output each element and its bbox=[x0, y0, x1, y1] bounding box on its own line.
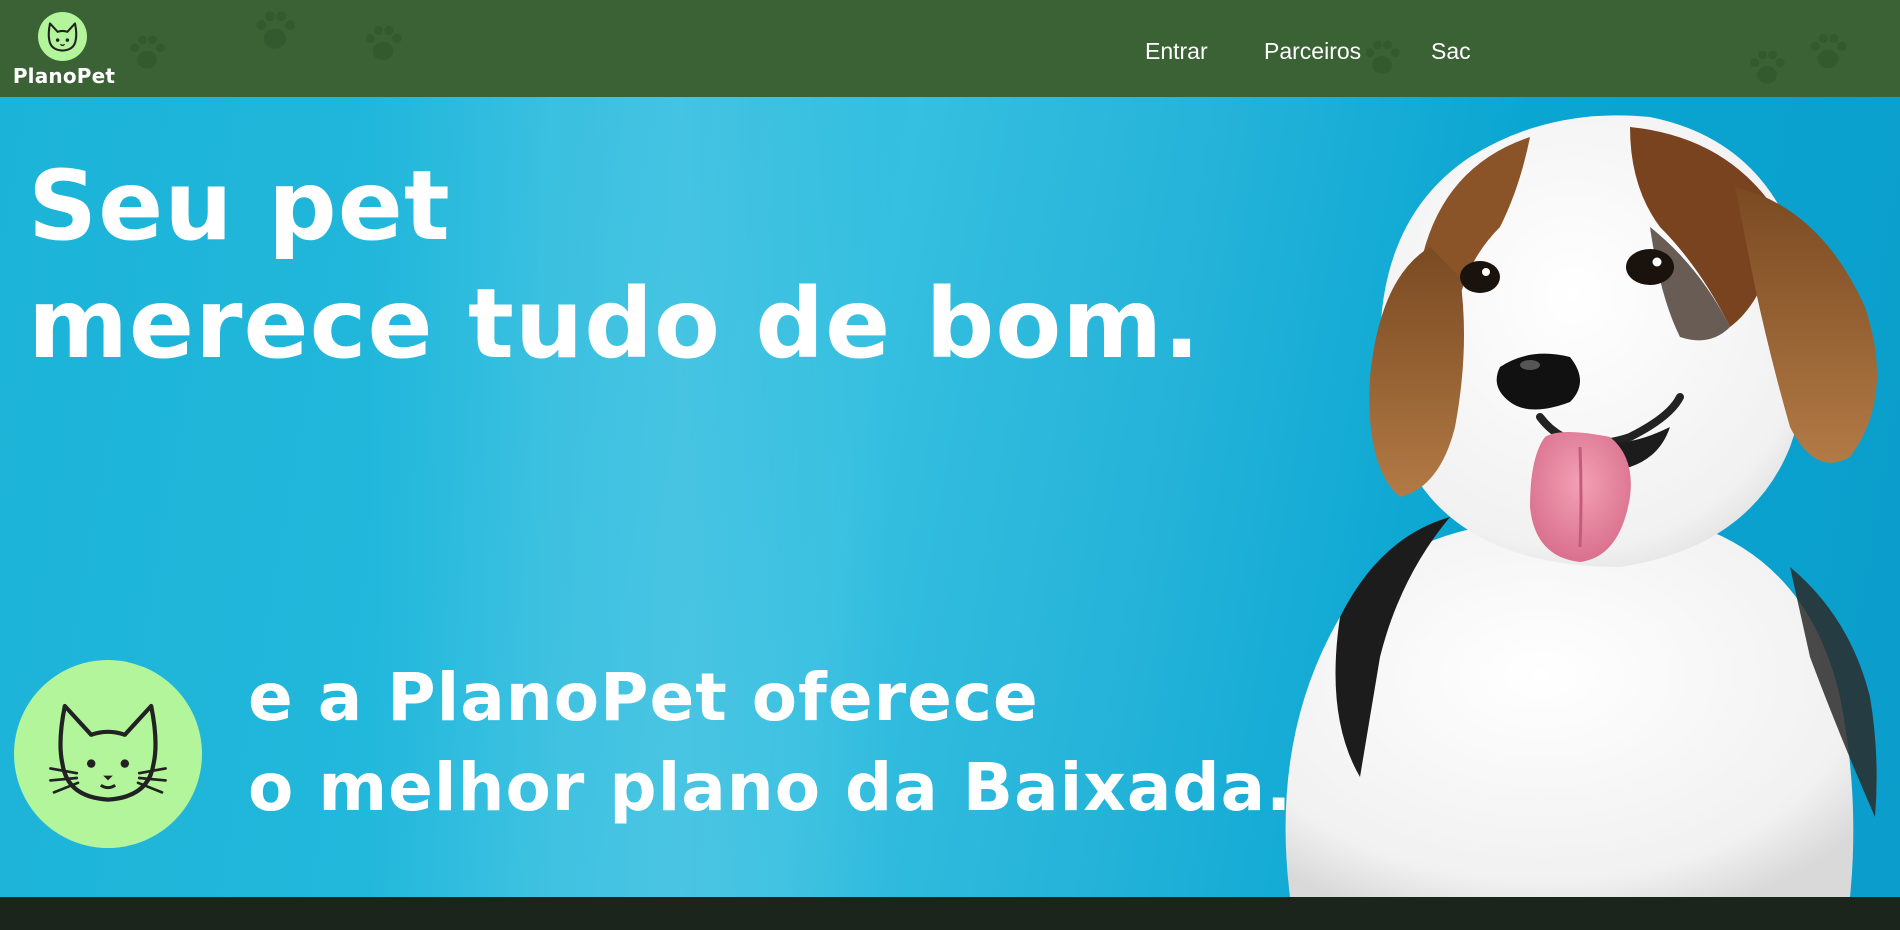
beagle-puppy-image bbox=[1230, 97, 1900, 897]
headline-line-1: Seu pet bbox=[28, 150, 451, 262]
hero-headline: Seu pet merece tudo de bom. bbox=[28, 147, 1201, 383]
paw-print-icon bbox=[1360, 35, 1404, 79]
subtitle-line-1: e a PlanoPet oferece bbox=[248, 659, 1039, 736]
paw-print-icon bbox=[250, 5, 300, 55]
hero-banner: Seu pet merece tudo de bom. e a PlanoPet… bbox=[0, 97, 1900, 897]
nav-link-sac[interactable]: Sac bbox=[1431, 38, 1471, 65]
cat-badge bbox=[14, 660, 202, 848]
top-navbar: PlanoPet Entrar Parceiros Sac bbox=[0, 0, 1900, 97]
paw-print-icon bbox=[1745, 45, 1789, 89]
paw-print-icon bbox=[125, 30, 169, 74]
logo-badge bbox=[38, 12, 87, 61]
logo-text: PlanoPet bbox=[12, 64, 116, 88]
planopet-logo[interactable]: PlanoPet bbox=[12, 12, 116, 88]
nav-link-parceiros[interactable]: Parceiros bbox=[1264, 38, 1361, 65]
hero-subtitle: e a PlanoPet oferece o melhor plano da B… bbox=[248, 653, 1292, 833]
headline-line-2: merece tudo de bom. bbox=[28, 268, 1201, 380]
nav-link-entrar[interactable]: Entrar bbox=[1145, 38, 1208, 65]
footer-strip bbox=[0, 897, 1900, 930]
paw-print-icon bbox=[360, 20, 406, 66]
paw-print-icon bbox=[1805, 28, 1851, 74]
subtitle-line-2: o melhor plano da Baixada. bbox=[248, 749, 1293, 826]
